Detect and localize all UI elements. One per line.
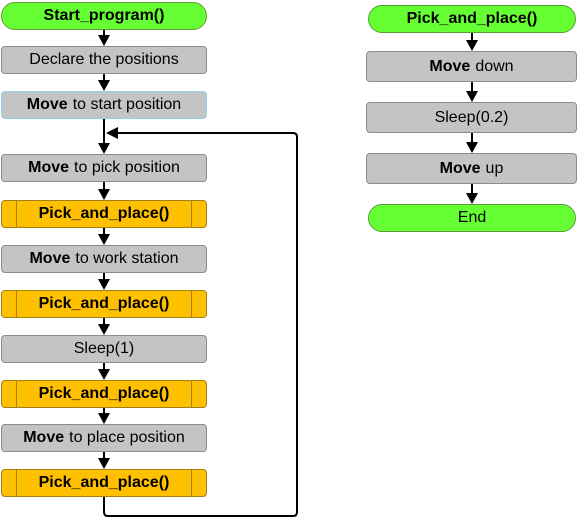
arrowhead-down-icon: [98, 369, 110, 380]
node-pp-start: Pick_and_place(): [368, 5, 576, 33]
arrowhead-left-icon: [106, 127, 118, 139]
node-keyword: Pick_and_place(): [38, 385, 170, 402]
node-keyword: Move: [29, 250, 71, 267]
arrowhead-down-icon: [98, 324, 110, 335]
node-sleep02: Sleep(0.2): [366, 102, 577, 133]
node-keyword: Pick_and_place(): [38, 474, 170, 491]
node-label: up: [485, 159, 504, 177]
node-keyword: Pick_and_place(): [38, 295, 170, 312]
subprocess-bar-left: [16, 470, 17, 496]
subprocess-bar-left: [16, 381, 17, 407]
node-keyword: Move: [429, 57, 471, 75]
node-label: Declare the positions: [29, 51, 179, 68]
arrowhead-down-icon: [466, 142, 478, 153]
node-move-place: Move to place position: [1, 424, 207, 452]
arrowhead-down-icon: [98, 279, 110, 290]
subprocess-bar-left: [16, 201, 17, 227]
arrowhead-down-icon: [98, 189, 110, 200]
node-move-down: Move down: [366, 51, 577, 82]
node-start-program: Start_program(): [1, 2, 207, 30]
node-label: to pick position: [74, 159, 180, 176]
subprocess-bar-right: [191, 291, 192, 317]
node-label: to place position: [69, 429, 185, 446]
arrowhead-down-icon: [98, 35, 110, 46]
node-label: to work station: [75, 250, 179, 267]
loop-back-connector: [103, 132, 298, 517]
arrowhead-down-icon: [466, 40, 478, 51]
subprocess-bar-right: [191, 381, 192, 407]
node-move-work: Move to work station: [1, 245, 207, 273]
arrowhead-down-icon: [466, 193, 478, 204]
node-label: to start position: [72, 96, 182, 113]
node-keyword: Move: [28, 159, 70, 176]
subprocess-bar-right: [191, 201, 192, 227]
node-keyword: Move: [439, 159, 481, 177]
node-label: Sleep(0.2): [434, 108, 509, 126]
arrowhead-down-icon: [98, 413, 110, 424]
node-label: down: [475, 57, 514, 75]
node-label: Sleep(1): [73, 340, 135, 357]
node-label: End: [457, 209, 487, 226]
node-keyword: Pick_and_place(): [406, 10, 538, 27]
node-declare: Declare the positions: [1, 46, 207, 74]
node-pp3: Pick_and_place(): [1, 380, 207, 408]
node-pp4: Pick_and_place(): [1, 469, 207, 497]
subprocess-bar-right: [191, 470, 192, 496]
arrowhead-down-icon: [98, 458, 110, 469]
flowchart-canvas: Start_program() Declare the positions Move…: [0, 0, 578, 519]
subprocess-bar-left: [16, 291, 17, 317]
node-pp2: Pick_and_place(): [1, 290, 207, 318]
node-sleep1: Sleep(1): [1, 335, 207, 363]
node-end: End: [368, 204, 576, 232]
node-keyword: Move: [26, 96, 68, 113]
arrowhead-down-icon: [466, 91, 478, 102]
node-move-start: Move to start position: [1, 91, 207, 119]
node-move-up: Move up: [366, 153, 577, 184]
node-pp1: Pick_and_place(): [1, 200, 207, 228]
node-move-pick: Move to pick position: [1, 154, 207, 182]
node-keyword: Move: [23, 429, 65, 446]
node-keyword: Start_program(): [43, 7, 165, 24]
node-keyword: Pick_and_place(): [38, 205, 170, 222]
arrowhead-down-icon: [98, 234, 110, 245]
arrowhead-down-icon: [98, 143, 110, 154]
arrowhead-down-icon: [98, 80, 110, 91]
